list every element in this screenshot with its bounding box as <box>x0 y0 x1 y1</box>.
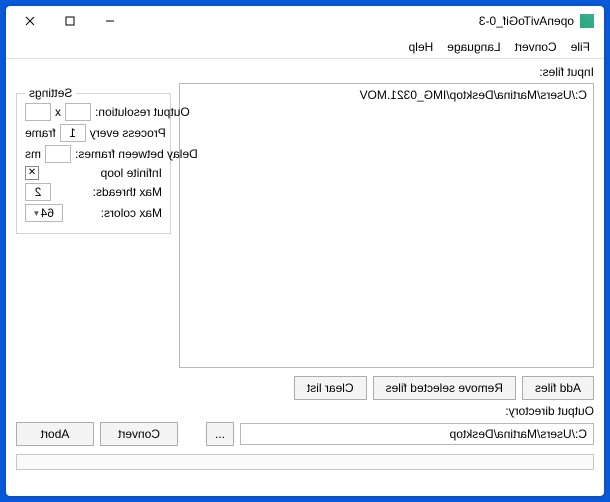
chevron-down-icon: ▾ <box>34 208 39 219</box>
delay-input[interactable] <box>45 145 71 163</box>
abort-button[interactable]: Abort <box>16 422 94 446</box>
minimize-button[interactable] <box>90 7 130 35</box>
menu-language[interactable]: Language <box>441 38 506 56</box>
progress-bar <box>16 454 594 470</box>
res-width-input[interactable] <box>65 103 91 121</box>
app-icon <box>580 14 594 28</box>
menu-help[interactable]: Help <box>403 38 440 56</box>
menu-convert[interactable]: Convert <box>509 38 563 56</box>
menu-file[interactable]: File <box>565 38 596 56</box>
process-every-label: Process every <box>90 126 166 140</box>
output-directory-label: Output directory: <box>16 404 594 418</box>
app-window: openAviToGif_0-3 File Convert Language H… <box>6 6 604 496</box>
delay-label: Delay between frames: <box>75 147 198 161</box>
output-path-field[interactable]: C:/Users/Martina/Desktop <box>240 423 594 445</box>
delay-unit: ms <box>25 147 41 161</box>
max-colors-select[interactable]: 64 ▾ <box>25 204 63 222</box>
list-item[interactable]: C:/Users/Martina/Desktop/IMG_0321.MOV <box>186 88 587 102</box>
process-every-input[interactable] <box>60 124 86 142</box>
output-row: C:/Users/Martina/Desktop ... Convert Abo… <box>16 422 594 446</box>
max-colors-value: 64 <box>41 206 54 220</box>
window-title: openAviToGif_0-3 <box>479 14 574 28</box>
input-file-list[interactable]: C:/Users/Martina/Desktop/IMG_0321.MOV <box>179 83 594 368</box>
output-resolution-label: Output resolution: <box>95 105 190 119</box>
client-area: Input files: C:/Users/Martina/Desktop/IM… <box>6 59 604 496</box>
res-height-input[interactable] <box>25 103 51 121</box>
maximize-button[interactable] <box>50 7 90 35</box>
input-files-label: Input files: <box>16 65 594 79</box>
max-colors-label: Max colors: <box>67 206 162 220</box>
browse-button[interactable]: ... <box>206 422 234 446</box>
file-buttons-row: Add files Remove selected files Clear li… <box>16 376 594 400</box>
output-path-text: C:/Users/Martina/Desktop <box>450 427 587 441</box>
clear-list-button[interactable]: Clear list <box>294 376 367 400</box>
add-files-button[interactable]: Add files <box>522 376 594 400</box>
close-button[interactable] <box>10 7 50 35</box>
titlebar: openAviToGif_0-3 <box>6 6 604 36</box>
x-label: x <box>55 105 61 119</box>
max-threads-label: Max threads: <box>55 185 162 199</box>
process-every-suffix: frame <box>25 126 56 140</box>
settings-panel: Settings Output resolution: x Process ev… <box>16 93 171 234</box>
menubar: File Convert Language Help <box>6 36 604 59</box>
remove-selected-button[interactable]: Remove selected files <box>373 376 516 400</box>
convert-button[interactable]: Convert <box>100 422 178 446</box>
status-bar <box>16 474 594 488</box>
settings-legend: Settings <box>25 86 76 100</box>
max-threads-input[interactable] <box>25 183 51 201</box>
infinite-loop-checkbox[interactable] <box>25 166 39 180</box>
infinite-loop-label: Infinite loop <box>43 166 162 180</box>
